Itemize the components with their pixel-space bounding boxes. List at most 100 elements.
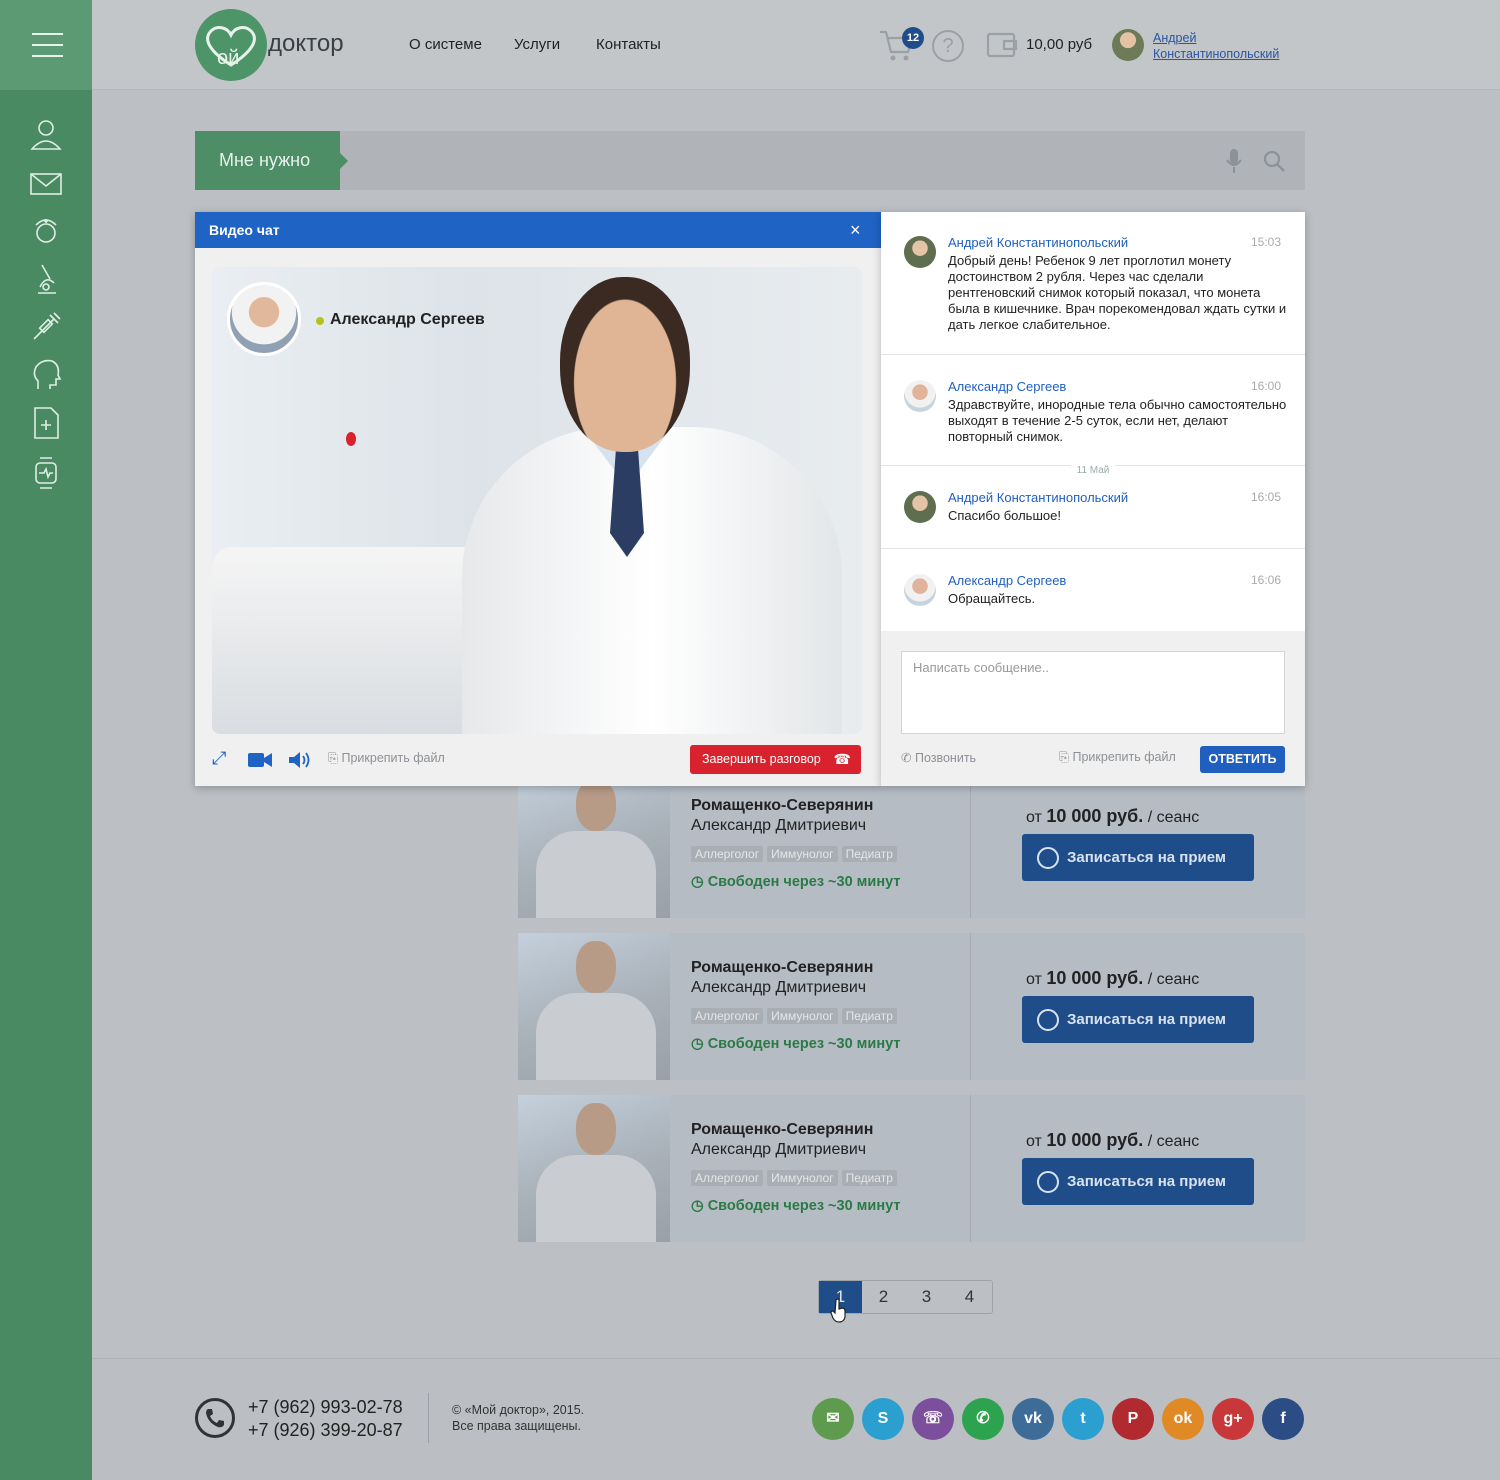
doctor-surname[interactable]: Ромащенко-Северянин	[691, 959, 873, 977]
doctor-surname[interactable]: Ромащенко-Северянин	[691, 1121, 873, 1139]
skype-icon[interactable]: S	[862, 1398, 904, 1440]
user-profile-link[interactable]: Андрей Константинопольский	[1153, 30, 1279, 62]
specialty-tag: Иммунолог	[767, 1170, 838, 1186]
help-icon[interactable]: ?	[932, 30, 964, 62]
attach-file[interactable]: ⎘ Прикрепить файл	[328, 751, 445, 766]
message-text: Спасибо большое!	[948, 508, 1061, 523]
document-icon[interactable]	[28, 405, 64, 441]
syringe-icon[interactable]	[28, 309, 64, 345]
card-divider	[970, 1095, 971, 1242]
email-icon[interactable]: ✉	[812, 1398, 854, 1440]
availability: ◷ Свободен через ~30 минут	[691, 1036, 900, 1052]
availability-text: Свободен через ~30 минут	[707, 874, 901, 890]
avatar	[904, 491, 936, 523]
nav-contacts[interactable]: Контакты	[596, 36, 661, 53]
search-icon[interactable]	[1262, 149, 1286, 173]
doctor-name: Александр Дмитриевич	[691, 1141, 867, 1158]
vk-icon[interactable]: vk	[1012, 1398, 1054, 1440]
wallet-icon[interactable]	[986, 30, 1018, 60]
message-input[interactable]: Написать сообщение..	[901, 651, 1285, 734]
message-time: 15:03	[1250, 235, 1281, 249]
head-icon[interactable]	[28, 357, 64, 393]
user-icon[interactable]	[28, 117, 64, 153]
logo-text[interactable]: доктор	[268, 30, 344, 58]
doctor-surname[interactable]: Ромащенко-Северянин	[691, 797, 873, 815]
avatar	[904, 574, 936, 606]
reply-button[interactable]: ОТВЕТИТЬ	[1200, 746, 1285, 773]
specialty-tag: Педиатр	[841, 1008, 897, 1024]
speaker-icon[interactable]	[289, 751, 311, 769]
attach-file-label: Прикрепить файл	[341, 751, 445, 765]
check-circle-icon	[1037, 1171, 1059, 1193]
book-appointment-button[interactable]: Записаться на прием	[1022, 834, 1254, 881]
message-author[interactable]: Александр Сергеев	[948, 573, 1066, 588]
microscope-icon[interactable]	[28, 261, 64, 297]
clock-icon: ◷	[691, 874, 708, 890]
nav-services[interactable]: Услуги	[514, 36, 560, 53]
nav-about[interactable]: О системе	[409, 36, 482, 53]
search-label-arrow	[340, 153, 348, 169]
footer-phones: +7 (962) 993-02-78 +7 (926) 399-20-87	[248, 1396, 403, 1442]
caller-name: Александр Сергеев	[330, 311, 485, 328]
doctor-tags: Аллерголог Иммунолог Педиатр	[691, 1008, 901, 1024]
googleplus-icon[interactable]: g+	[1212, 1398, 1254, 1440]
hamburger-icon[interactable]	[32, 33, 63, 57]
price: от 10 000 руб. / сеанс	[1026, 968, 1199, 989]
fullscreen-icon[interactable]: ⤢	[212, 748, 226, 769]
user-first-name[interactable]: Андрей	[1153, 30, 1279, 46]
price-value: 10 000 руб.	[1046, 1130, 1144, 1150]
message-author[interactable]: Андрей Константинопольский	[948, 235, 1128, 250]
end-call-button[interactable]: Завершить разговор ☎	[690, 745, 861, 774]
book-appointment-button[interactable]: Записаться на прием	[1022, 1158, 1254, 1205]
check-circle-icon	[1037, 1009, 1059, 1031]
microphone-icon[interactable]	[1225, 148, 1243, 174]
viber-icon[interactable]: ☏	[912, 1398, 954, 1440]
facebook-icon[interactable]: f	[1262, 1398, 1304, 1440]
doctor-card: Ромащенко-Северянин Александр Дмитриевич…	[518, 933, 1305, 1080]
call-button[interactable]: ✆ Позвонить	[901, 750, 976, 765]
message-author[interactable]: Андрей Константинопольский	[948, 490, 1128, 505]
page-4[interactable]: 4	[948, 1281, 991, 1313]
phone-1[interactable]: +7 (962) 993-02-78	[248, 1396, 403, 1419]
hang-up-icon: ☎	[833, 751, 851, 767]
search-label: Мне нужно	[195, 131, 340, 190]
logo-mark[interactable]: ой	[195, 9, 267, 81]
price: от 10 000 руб. / сеанс	[1026, 1130, 1199, 1151]
heart-logo-icon	[206, 26, 256, 67]
user-avatar[interactable]	[1112, 29, 1144, 61]
book-button-label: Записаться на прием	[1067, 1173, 1226, 1190]
logo-mark-text: ой	[217, 47, 240, 69]
mail-icon[interactable]	[28, 166, 64, 202]
whatsapp-icon[interactable]: ✆	[962, 1398, 1004, 1440]
phone-2[interactable]: +7 (926) 399-20-87	[248, 1419, 403, 1442]
price-value: 10 000 руб.	[1046, 806, 1144, 826]
phone-icon	[195, 1398, 235, 1438]
chat-attach-file[interactable]: ⎘ Прикрепить файл	[1059, 750, 1176, 765]
card-divider	[970, 933, 971, 1080]
message: Андрей Константинопольский 15:03 Добрый …	[881, 212, 1305, 355]
clock-icon: ◷	[691, 1198, 708, 1214]
message-author[interactable]: Александр Сергеев	[948, 379, 1066, 394]
book-appointment-button[interactable]: Записаться на прием	[1022, 996, 1254, 1043]
specialty-tag: Иммунолог	[767, 1008, 838, 1024]
availability-text: Свободен через ~30 минут	[707, 1198, 901, 1214]
balance-amount: 10,00 руб	[1026, 36, 1093, 53]
page-3[interactable]: 3	[905, 1281, 948, 1313]
camera-icon[interactable]	[248, 751, 272, 769]
video-stream	[212, 267, 862, 734]
message-time: 16:05	[1250, 490, 1281, 504]
pinterest-icon[interactable]: P	[1112, 1398, 1154, 1440]
specialty-tag: Аллерголог	[691, 846, 764, 862]
menu-toggle[interactable]	[0, 0, 92, 90]
close-icon[interactable]: ×	[850, 212, 861, 248]
user-last-name[interactable]: Константинопольский	[1153, 46, 1279, 62]
search-bar[interactable]	[195, 131, 1305, 190]
odnoklassniki-icon[interactable]: ok	[1162, 1398, 1204, 1440]
nurse-icon[interactable]	[28, 213, 64, 249]
smartwatch-icon[interactable]	[28, 455, 64, 491]
twitter-icon[interactable]: t	[1062, 1398, 1104, 1440]
page-2[interactable]: 2	[862, 1281, 905, 1313]
price-prefix: от	[1026, 809, 1042, 826]
doctor-name: Александр Дмитриевич	[691, 817, 867, 834]
message: Александр Сергеев 16:00 Здравствуйте, ин…	[881, 356, 1305, 466]
